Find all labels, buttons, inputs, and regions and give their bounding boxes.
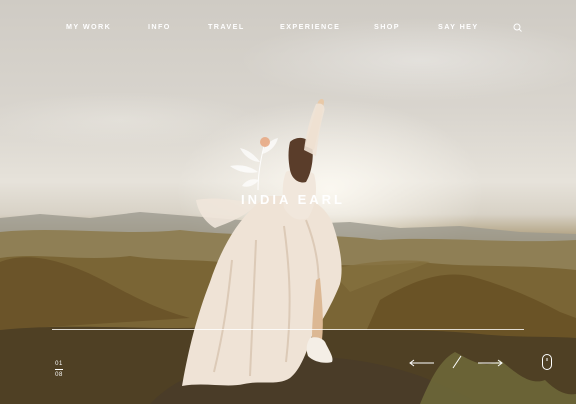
nav-item-shop[interactable]: SHOP <box>374 22 400 31</box>
arrow-right-icon[interactable] <box>476 358 504 368</box>
botanical-leaf-icon <box>230 137 278 191</box>
raised-sleeve <box>304 103 325 156</box>
counter-separator <box>55 369 63 370</box>
mouse-scroll-icon[interactable] <box>541 353 553 373</box>
slide-counter: 01 08 <box>52 360 66 379</box>
divider-line <box>52 329 524 330</box>
main-nav: MY WORK INFO TRAVEL EXPERIENCE SHOP SAY … <box>0 22 576 36</box>
nav-item-experience[interactable]: EXPERIENCE <box>280 22 340 31</box>
slide-current: 01 <box>55 361 63 367</box>
site-logo[interactable]: INDIA EARL <box>228 192 358 207</box>
nav-item-say-hey[interactable]: SAY HEY <box>438 22 479 31</box>
nav-item-travel[interactable]: TRAVEL <box>208 22 245 31</box>
slide-total: 08 <box>55 372 63 378</box>
arrow-left-icon[interactable] <box>408 358 436 368</box>
search-icon[interactable] <box>512 22 524 34</box>
arrow-divider-slash <box>452 355 462 369</box>
nav-item-my-work[interactable]: MY WORK <box>66 22 111 31</box>
hero-slide: MY WORK INFO TRAVEL EXPERIENCE SHOP SAY … <box>0 0 576 404</box>
nav-item-info[interactable]: INFO <box>148 22 171 31</box>
